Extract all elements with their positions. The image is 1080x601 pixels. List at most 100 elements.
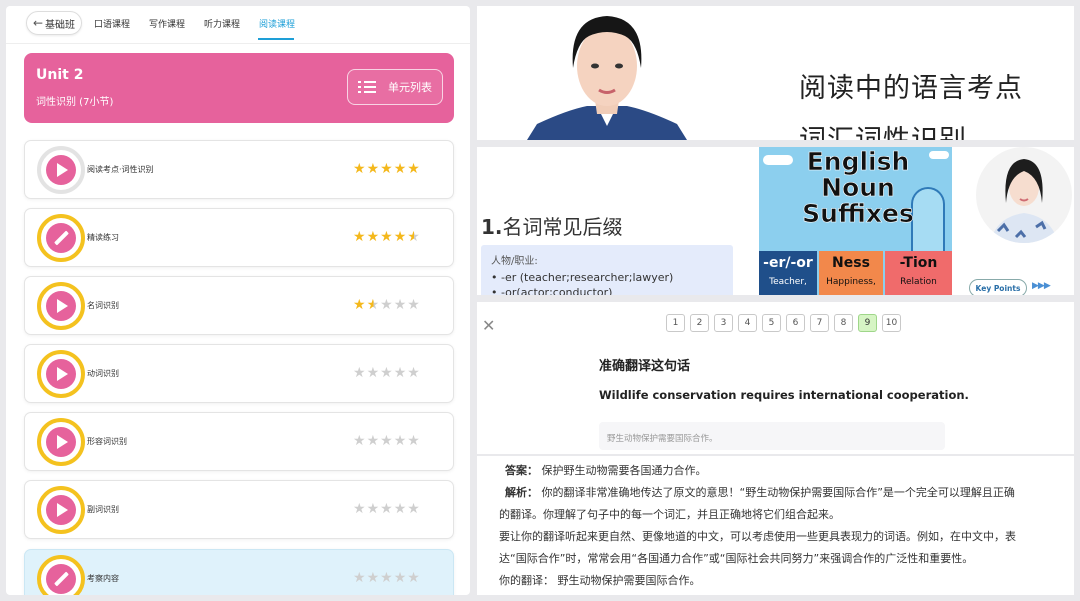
question-number-button[interactable]: 3 [714, 314, 733, 332]
lesson-name: 动词识别 [87, 369, 119, 378]
rating-stars: ★★★★★ [353, 365, 421, 381]
lesson-name: 考察内容 [87, 574, 119, 583]
star-icon: ★ [366, 365, 381, 381]
question-number-button[interactable]: 4 [738, 314, 757, 332]
box-item: • -er (teacher;researcher;lawyer) [491, 271, 674, 284]
star-icon: ★ [380, 570, 394, 586]
star-icon: ★ [407, 365, 421, 381]
key-points-arrows: ▶▶▶ [1032, 281, 1051, 291]
pencil-icon [37, 214, 85, 262]
suffix-er-or: -er/-or Teacher, [759, 251, 817, 295]
star-icon: ★ [393, 229, 408, 245]
star-icon: ★ [353, 433, 367, 449]
rating-stars: ★★★★★ [353, 501, 421, 517]
star-icon: ★ [353, 297, 367, 313]
video-panel[interactable]: 阅读中的语言考点 词汇词性识别 [477, 6, 1074, 140]
lesson-item[interactable]: 形容词识别 ★★★★★ [24, 412, 454, 471]
lesson-item[interactable]: 名词识别 ★★★★★ [24, 276, 454, 335]
question-number-bar: 1 2 3 4 5 6 7 8 9 10 [666, 314, 901, 332]
tab-listening[interactable]: 听力课程 [204, 17, 240, 30]
back-arrow-icon: ← [32, 16, 44, 30]
lesson-item[interactable]: 考察内容 ★★★★★ [24, 549, 454, 595]
question-sentence: Wildlife conservation requires internati… [599, 388, 969, 402]
teacher-avatar-image [990, 159, 1058, 243]
play-icon [37, 282, 85, 330]
analysis-line: 解析： 你的翻译非常准确地传达了原文的意思！“野生动物保护需要国际合作”是一个完… [505, 486, 1015, 499]
star-icon: ★ [393, 161, 408, 177]
analysis-line-2: 的翻译。你理解了句子中的每一个词汇，并且正确地将它们组合起来。 [499, 508, 840, 521]
star-icon: ★ [353, 365, 367, 381]
star-icon: ★ [366, 570, 381, 586]
question-number-button[interactable]: 9 [858, 314, 877, 332]
tab-speaking[interactable]: 口语课程 [94, 17, 130, 30]
star-icon: ★ [407, 229, 421, 245]
star-icon: ★ [366, 229, 381, 245]
lesson-item[interactable]: 阅读考点·词性识别 ★★★★★ [24, 140, 454, 199]
video-title-line1: 阅读中的语言考点 [799, 73, 1023, 104]
box-label: 人物/职业: [491, 256, 538, 267]
star-icon: ★ [407, 433, 421, 449]
suggestion-line-1: 要让你的翻译听起来更自然、更像地道的中文，可以考虑使用一些更具表现力的词语。例如… [499, 530, 1016, 543]
lesson-name: 精读练习 [87, 233, 119, 242]
rating-stars: ★★★★★ [353, 570, 421, 586]
answer-line: 答案： 保护野生动物需要各国通力合作。 [505, 464, 707, 477]
rating-stars: ★★★★★ [353, 229, 421, 245]
rating-stars: ★★★★★ [353, 161, 421, 177]
suffix-tion: -Tion Relation [885, 251, 952, 295]
list-icon [358, 80, 376, 94]
back-button[interactable]: ← 基础班 [26, 11, 82, 35]
close-icon[interactable]: ✕ [482, 316, 495, 335]
rating-stars: ★★★★★ [353, 433, 421, 449]
star-icon: ★ [353, 570, 367, 586]
lesson-name: 副词识别 [87, 505, 119, 514]
star-icon: ★ [380, 501, 394, 517]
star-icon: ★ [407, 570, 421, 586]
star-icon: ★ [366, 161, 381, 177]
tab-writing[interactable]: 写作课程 [149, 17, 185, 30]
feedback-panel: 答案： 保护野生动物需要各国通力合作。 解析： 你的翻译非常准确地传达了原文的意… [477, 456, 1074, 595]
slide-heading: 1.名词常见后缀 [481, 211, 623, 240]
top-navigation: ← 基础班 口语课程 写作课程 听力课程 阅读课程 [6, 6, 470, 44]
star-icon: ★ [366, 501, 381, 517]
unit-list-button[interactable]: 单元列表 [347, 69, 443, 105]
key-points-button[interactable]: Key Points [969, 279, 1027, 295]
question-number-button[interactable]: 8 [834, 314, 853, 332]
box-item: • -or(actor;conductor) [491, 286, 613, 295]
star-icon: ★ [353, 501, 367, 517]
lesson-item[interactable]: 副词识别 ★★★★★ [24, 480, 454, 539]
star-icon: ★ [393, 433, 408, 449]
suffix-ness: Ness Happiness, [819, 251, 883, 295]
presenter-image [527, 16, 687, 140]
play-icon [37, 350, 85, 398]
question-number-button[interactable]: 10 [882, 314, 901, 332]
slide-panel: 1.名词常见后缀 人物/职业: • -er (teacher;researche… [477, 147, 1074, 295]
answer-input[interactable]: 野生动物保护需要国际合作。 [599, 422, 945, 450]
question-number-button[interactable]: 7 [810, 314, 829, 332]
slide-heading-text: 名词常见后缀 [502, 215, 623, 239]
star-icon: ★ [407, 297, 421, 313]
suggestion-line-2: 达“国际合作”时，常常会用“各国通力合作”或“国际社会共同努力”来强调合作的广泛… [499, 552, 974, 565]
question-number-button[interactable]: 1 [666, 314, 685, 332]
question-number-button[interactable]: 2 [690, 314, 709, 332]
unit-list-label: 单元列表 [388, 81, 432, 94]
lesson-name: 形容词识别 [87, 437, 127, 446]
play-icon [37, 146, 85, 194]
your-translation-line: 你的翻译： 野生动物保护需要国际合作。 [499, 574, 701, 587]
image-title: English Noun Suffixes [802, 147, 914, 228]
star-icon: ★ [353, 161, 367, 177]
star-icon: ★ [366, 433, 381, 449]
tab-reading[interactable]: 阅读课程 [259, 17, 295, 30]
lesson-item[interactable]: 精读练习 ★★★★★ [24, 208, 454, 267]
question-number-button[interactable]: 5 [762, 314, 781, 332]
active-tab-indicator [258, 38, 294, 40]
slide-heading-number: 1. [481, 215, 503, 239]
star-icon: ★ [380, 365, 394, 381]
lesson-item[interactable]: 动词识别 ★★★★★ [24, 344, 454, 403]
question-number-button[interactable]: 6 [786, 314, 805, 332]
star-icon: ★ [393, 501, 408, 517]
unit-header-card: Unit 2 词性识别 (7小节) 单元列表 [24, 53, 454, 123]
back-label: 基础班 [45, 19, 76, 31]
rating-stars: ★★★★★ [353, 297, 421, 313]
star-icon: ★ [366, 297, 381, 313]
star-icon: ★ [353, 229, 367, 245]
